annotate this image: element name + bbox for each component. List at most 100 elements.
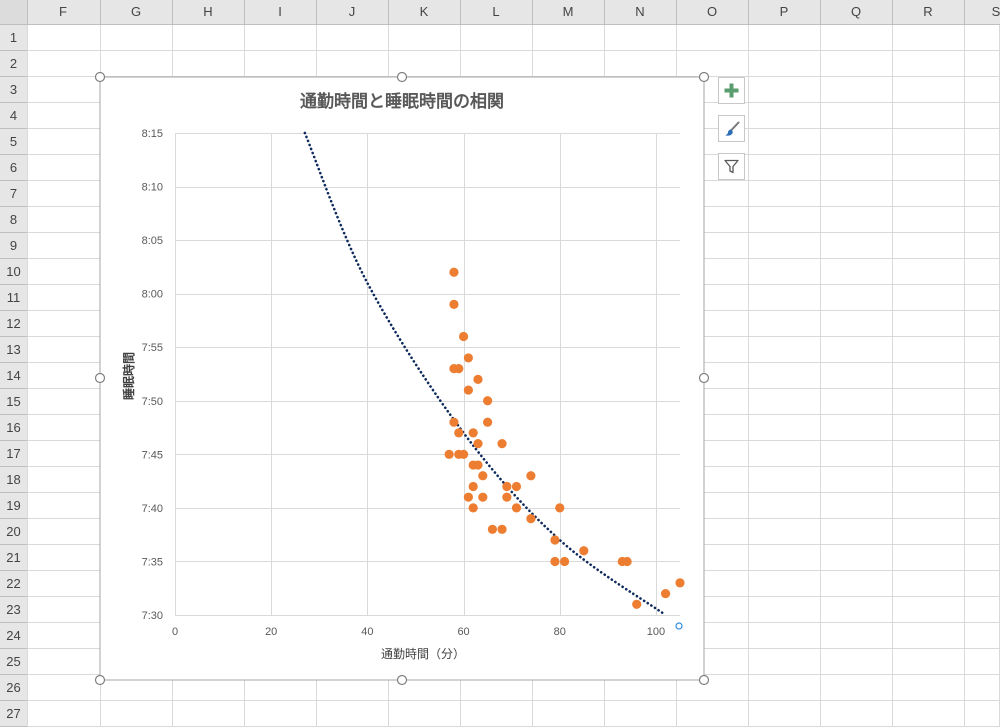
row-header-19[interactable]: 19 xyxy=(6,498,20,513)
data-point[interactable] xyxy=(458,331,469,342)
row-header-12[interactable]: 12 xyxy=(6,316,20,331)
data-point[interactable] xyxy=(458,449,469,459)
column-header-n[interactable]: N xyxy=(635,4,644,19)
data-point[interactable] xyxy=(468,428,478,438)
row-header-25[interactable]: 25 xyxy=(6,654,20,669)
selected-point-handle[interactable] xyxy=(675,622,683,630)
data-point[interactable] xyxy=(559,556,570,567)
resize-handle[interactable] xyxy=(698,674,710,686)
x-axis-title[interactable]: 通勤時間（分） xyxy=(381,647,465,661)
row-header-18[interactable]: 18 xyxy=(6,472,20,487)
data-point[interactable] xyxy=(622,556,632,567)
row-header-15[interactable]: 15 xyxy=(6,394,20,409)
data-point[interactable] xyxy=(497,439,507,449)
data-point[interactable] xyxy=(526,514,536,524)
data-point[interactable] xyxy=(463,385,473,395)
row-header-3[interactable]: 3 xyxy=(10,82,17,97)
resize-handle[interactable] xyxy=(698,372,710,384)
data-point[interactable] xyxy=(502,481,512,492)
data-point[interactable] xyxy=(473,374,483,384)
data-point[interactable] xyxy=(454,428,464,438)
row-header-1[interactable]: 1 xyxy=(10,30,17,45)
row-header-20[interactable]: 20 xyxy=(6,524,20,539)
data-point[interactable] xyxy=(444,449,454,459)
row-header-14[interactable]: 14 xyxy=(6,368,20,383)
data-point[interactable] xyxy=(473,460,483,470)
resize-handle[interactable] xyxy=(94,372,106,384)
row-header-23[interactable]: 23 xyxy=(6,602,20,617)
chart-styles-button[interactable] xyxy=(718,115,745,142)
data-point[interactable] xyxy=(675,578,685,588)
column-header-s[interactable]: S xyxy=(992,4,1000,19)
row-header-21[interactable]: 21 xyxy=(6,550,20,565)
row-header-22[interactable]: 22 xyxy=(6,576,20,591)
row-header-13[interactable]: 13 xyxy=(6,342,20,357)
data-point[interactable] xyxy=(550,556,560,567)
data-point[interactable] xyxy=(497,524,507,534)
resize-handle[interactable] xyxy=(396,71,408,83)
spreadsheet-grid[interactable]: F G H I J K L M N O P Q R S 1 2 3 4 5 6 7 8 9 10 11 12 13 14 15 16 17 1… xyxy=(0,0,1000,727)
column-header-k[interactable]: K xyxy=(420,4,429,19)
data-point[interactable] xyxy=(454,364,464,374)
column-header-j[interactable]: J xyxy=(349,4,356,19)
data-point[interactable] xyxy=(579,546,589,556)
column-header-f[interactable]: F xyxy=(59,4,67,19)
data-point[interactable] xyxy=(511,503,522,513)
column-header-m[interactable]: M xyxy=(563,4,574,19)
row-header-2[interactable]: 2 xyxy=(10,56,17,71)
column-header-l[interactable]: L xyxy=(492,4,499,19)
x-tick-label: 80 xyxy=(554,626,566,638)
data-point[interactable] xyxy=(660,588,671,599)
chart-title[interactable]: 通勤時間と睡眠時間の相関 xyxy=(300,91,504,111)
row-header-26[interactable]: 26 xyxy=(6,680,20,695)
data-point[interactable] xyxy=(468,481,478,492)
row-header-5[interactable]: 5 xyxy=(10,134,17,149)
row-header-24[interactable]: 24 xyxy=(6,628,20,643)
data-point[interactable] xyxy=(632,599,642,609)
data-point[interactable] xyxy=(463,492,473,502)
row-header-8[interactable]: 8 xyxy=(10,212,17,227)
data-point[interactable] xyxy=(449,299,459,309)
column-header-r[interactable]: R xyxy=(923,4,932,19)
resize-handle[interactable] xyxy=(698,71,710,83)
scatter-chart[interactable]: 通勤時間と睡眠時間の相関 8:15 8:10 8:05 8:00 7:55 7:50 7:4… xyxy=(94,71,710,686)
data-point[interactable] xyxy=(468,503,478,513)
data-point[interactable] xyxy=(483,417,493,427)
data-point[interactable] xyxy=(511,481,522,492)
y-axis-title[interactable]: 睡眠時間 xyxy=(121,352,136,400)
row-header-9[interactable]: 9 xyxy=(10,238,17,253)
row-header-17[interactable]: 17 xyxy=(6,446,20,461)
chart-area[interactable] xyxy=(99,76,705,681)
column-header-h[interactable]: H xyxy=(203,4,212,19)
data-point[interactable] xyxy=(478,471,488,481)
data-point[interactable] xyxy=(487,524,498,534)
row-header-10[interactable]: 10 xyxy=(6,264,20,279)
row-header-7[interactable]: 7 xyxy=(10,186,17,201)
data-point[interactable] xyxy=(526,471,536,481)
data-point[interactable] xyxy=(555,503,565,513)
data-point[interactable] xyxy=(502,492,512,502)
data-point[interactable] xyxy=(449,267,459,277)
column-header-p[interactable]: P xyxy=(780,4,789,19)
y-tick-label: 8:15 xyxy=(142,128,163,140)
data-point[interactable] xyxy=(478,492,488,502)
chart-elements-button[interactable] xyxy=(718,77,745,104)
resize-handle[interactable] xyxy=(396,674,408,686)
data-point[interactable] xyxy=(550,535,560,545)
column-header-q[interactable]: Q xyxy=(851,4,861,19)
data-point[interactable] xyxy=(473,439,483,449)
resize-handle[interactable] xyxy=(94,71,106,83)
row-header-11[interactable]: 11 xyxy=(7,290,21,305)
row-header-16[interactable]: 16 xyxy=(6,420,20,435)
column-header-o[interactable]: O xyxy=(707,4,717,19)
row-header-6[interactable]: 6 xyxy=(10,160,17,175)
row-header-27[interactable]: 27 xyxy=(6,706,20,721)
column-header-g[interactable]: G xyxy=(131,4,141,19)
column-header-i[interactable]: I xyxy=(278,4,282,19)
chart-filters-button[interactable] xyxy=(718,153,745,180)
data-point[interactable] xyxy=(483,396,493,406)
resize-handle[interactable] xyxy=(94,674,106,686)
row-header-4[interactable]: 4 xyxy=(10,108,17,123)
data-point[interactable] xyxy=(463,353,473,363)
data-point[interactable] xyxy=(449,417,459,427)
